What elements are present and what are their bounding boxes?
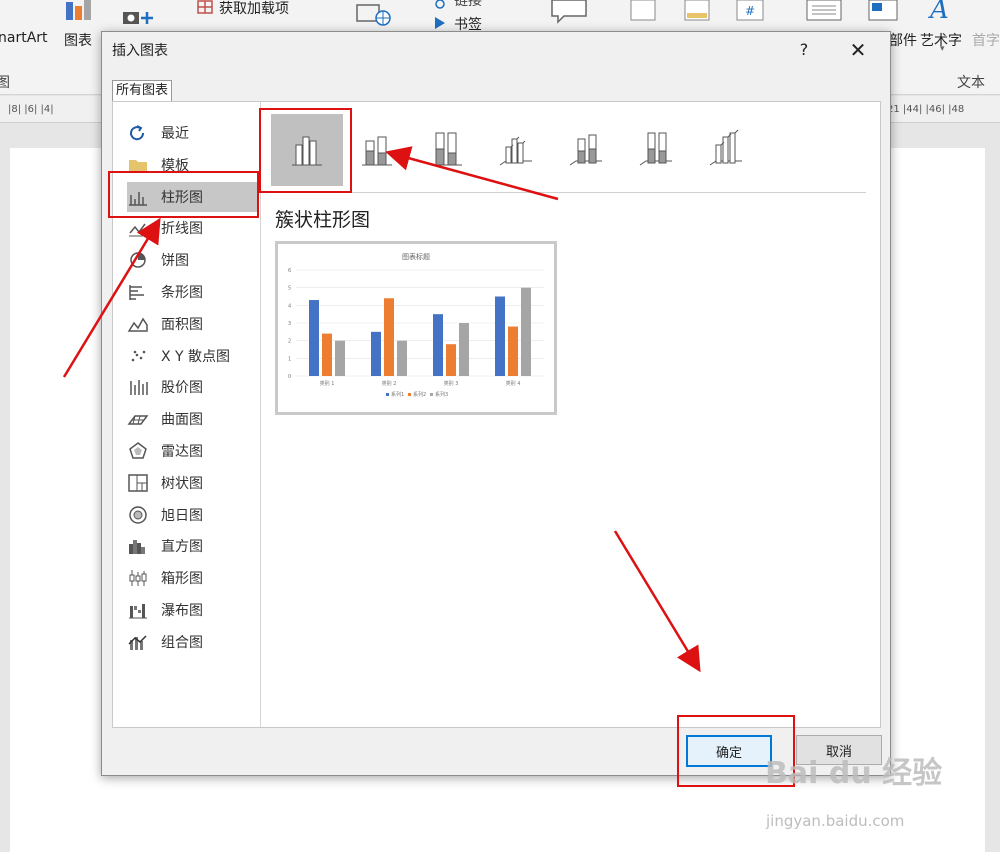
arrow-to-category bbox=[62, 217, 161, 378]
annotation-arrows bbox=[62, 146, 701, 673]
arrow-to-ok bbox=[613, 530, 701, 673]
watermark-url: jingyan.baidu.com bbox=[766, 812, 905, 830]
arrow-to-subtype bbox=[385, 146, 559, 201]
watermark-logo: Bai du 经验 bbox=[765, 756, 943, 791]
